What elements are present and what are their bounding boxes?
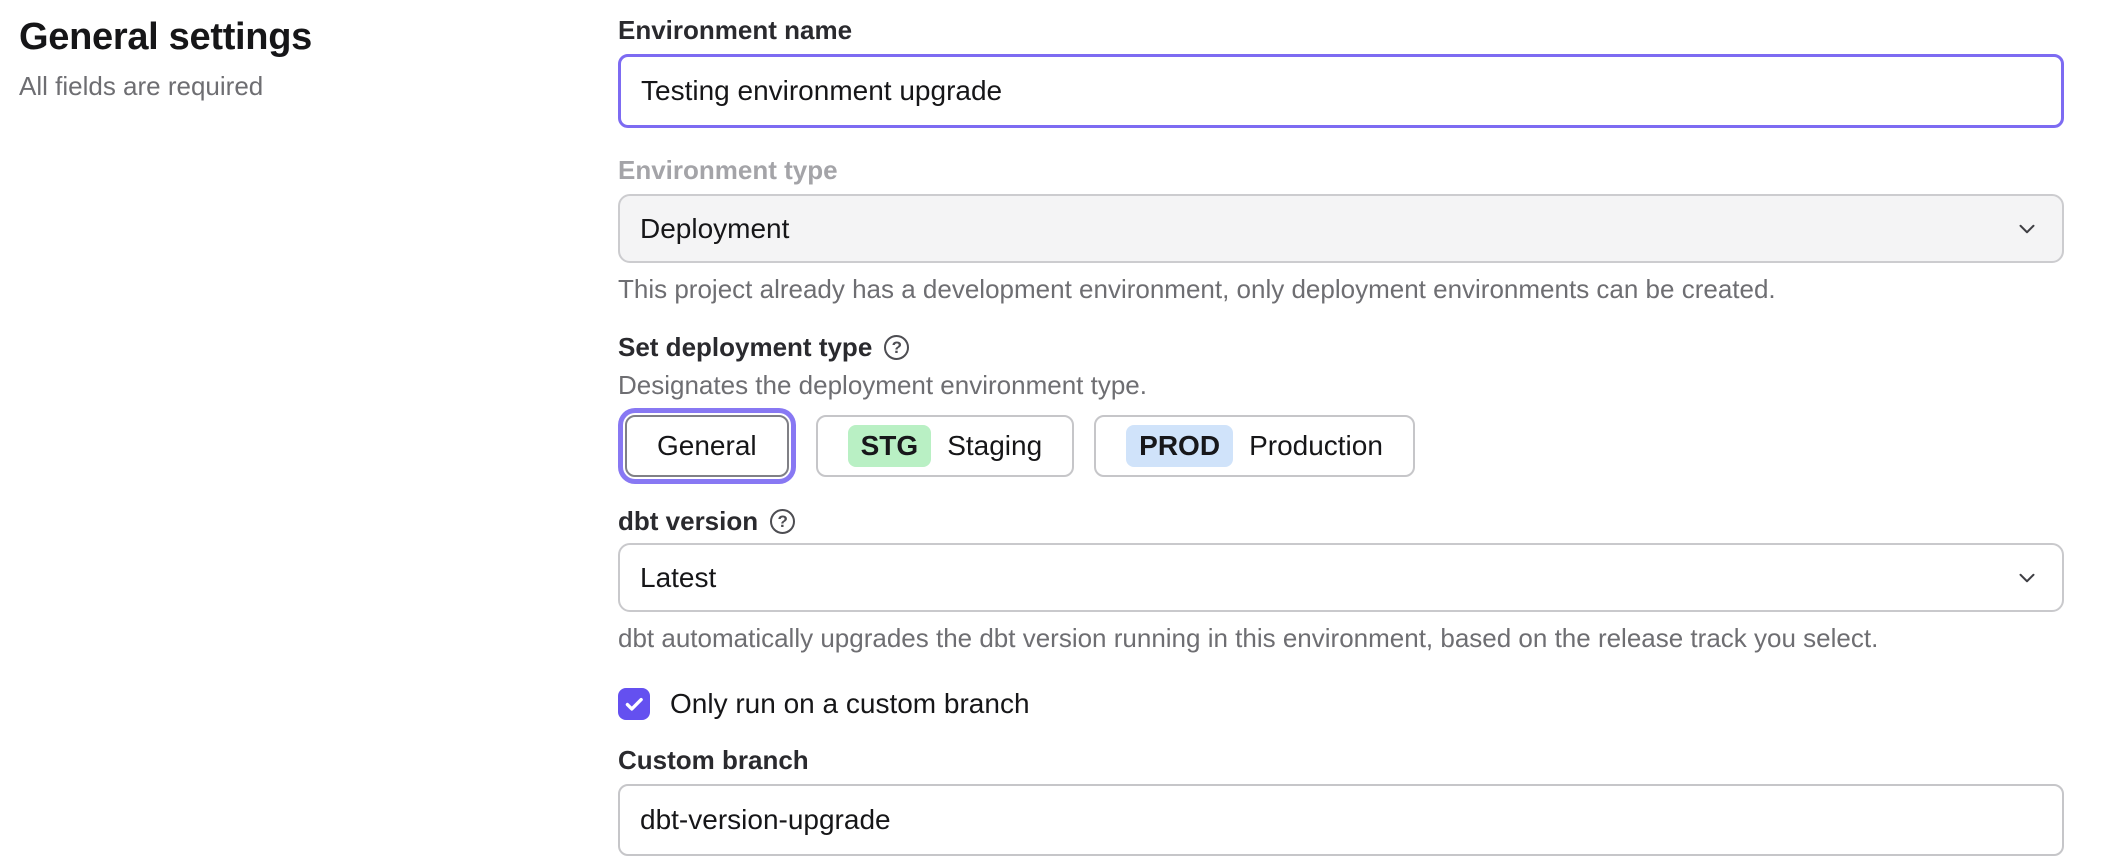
deployment-type-option-staging-label: Staging: [947, 430, 1042, 462]
dbt-version-helper: dbt automatically upgrades the dbt versi…: [618, 622, 2064, 654]
chevron-down-icon: [2014, 565, 2040, 591]
help-question-icon[interactable]: ?: [770, 509, 795, 534]
custom-branch-input[interactable]: [618, 784, 2064, 856]
chevron-down-icon: [2014, 216, 2040, 242]
custom-branch-label: Custom branch: [618, 744, 2064, 776]
general-settings-page: General settings All fields are required…: [0, 0, 2116, 856]
environment-name-input[interactable]: [618, 54, 2064, 128]
help-question-icon[interactable]: ?: [884, 335, 909, 360]
dbt-version-label-row: dbt version ?: [618, 505, 2064, 537]
deployment-type-option-general[interactable]: General: [625, 415, 789, 477]
dbt-version-value: Latest: [640, 562, 716, 594]
settings-header: General settings All fields are required: [0, 0, 618, 856]
deployment-type-options: General STG Staging PROD Production: [618, 415, 2064, 477]
deployment-type-option-staging[interactable]: STG Staging: [816, 415, 1075, 477]
deployment-type-option-production[interactable]: PROD Production: [1094, 415, 1415, 477]
prod-badge: PROD: [1126, 425, 1233, 467]
stg-badge: STG: [848, 425, 932, 467]
deployment-type-label: Set deployment type: [618, 331, 872, 363]
environment-type-helper: This project already has a development e…: [618, 273, 2064, 305]
environment-type-label: Environment type: [618, 154, 2064, 186]
environment-name-label: Environment name: [618, 14, 2064, 46]
environment-type-value: Deployment: [640, 213, 789, 245]
environment-settings-form: Environment name Environment type Deploy…: [618, 0, 2064, 856]
dbt-version-label: dbt version: [618, 505, 758, 537]
page-subtitle: All fields are required: [19, 71, 618, 102]
custom-branch-toggle-row: Only run on a custom branch: [618, 688, 2064, 720]
checkmark-icon: [623, 693, 645, 715]
custom-branch-checkbox[interactable]: [618, 688, 650, 720]
deployment-type-option-general-label: General: [657, 430, 757, 462]
deployment-type-label-row: Set deployment type ?: [618, 331, 2064, 363]
environment-type-select[interactable]: Deployment: [618, 194, 2064, 263]
deployment-type-option-production-label: Production: [1249, 430, 1383, 462]
dbt-version-select[interactable]: Latest: [618, 543, 2064, 612]
page-title: General settings: [19, 16, 618, 59]
custom-branch-toggle-label[interactable]: Only run on a custom branch: [670, 688, 1030, 720]
deployment-type-helper: Designates the deployment environment ty…: [618, 369, 2064, 401]
